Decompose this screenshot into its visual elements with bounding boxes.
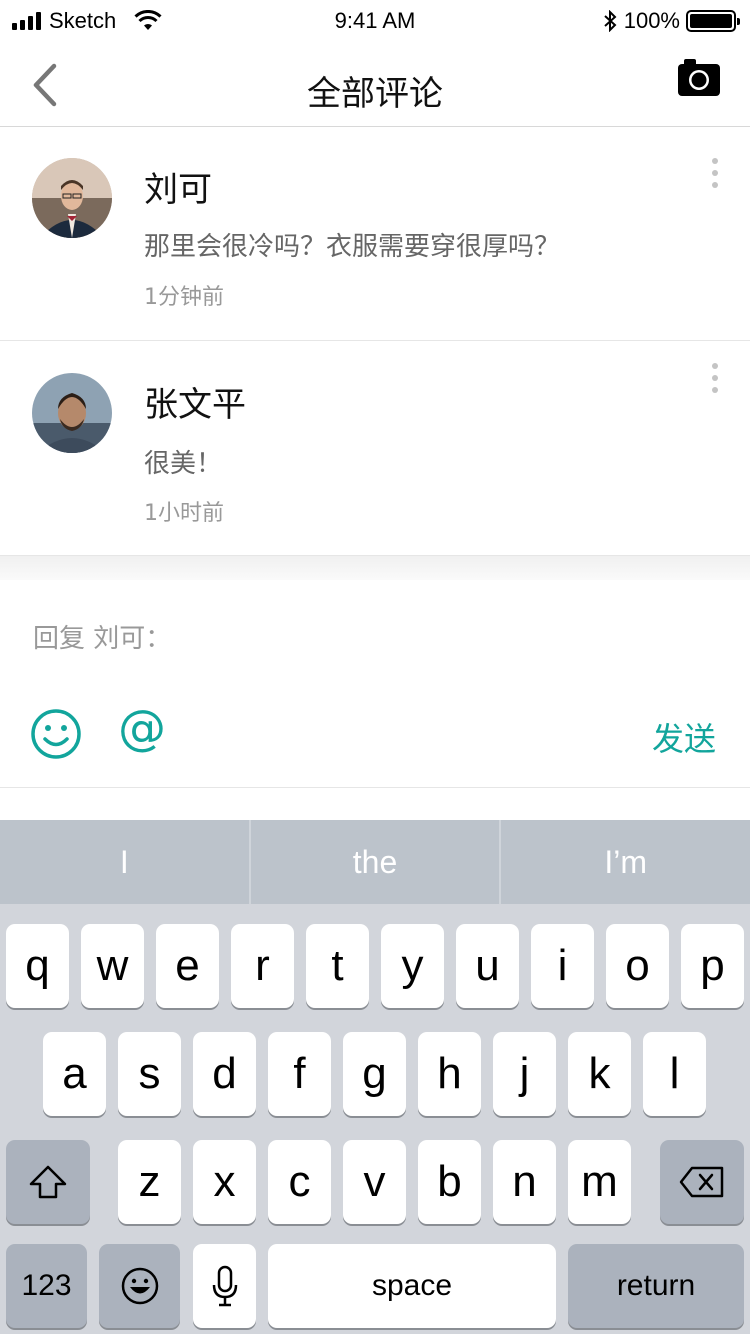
- suggestion-item[interactable]: I’m: [499, 820, 750, 904]
- avatar[interactable]: [32, 158, 112, 238]
- key-f[interactable]: f: [268, 1032, 331, 1116]
- key-c[interactable]: c: [268, 1140, 331, 1224]
- suggestion-bar: I the I’m: [0, 820, 750, 904]
- key-k[interactable]: k: [568, 1032, 631, 1116]
- suggestion-item[interactable]: the: [248, 820, 500, 904]
- suggestion-item[interactable]: I: [0, 820, 249, 904]
- comment-time: 1分钟前: [144, 285, 224, 310]
- status-bar: Sketch 9:41 AM 100%: [0, 0, 750, 40]
- more-vertical-icon[interactable]: [710, 363, 720, 393]
- numbers-key[interactable]: 123: [6, 1244, 87, 1328]
- dictation-key[interactable]: [193, 1244, 256, 1328]
- key-r[interactable]: r: [231, 924, 294, 1008]
- key-x[interactable]: x: [193, 1140, 256, 1224]
- nav-bar: 全部评论: [0, 40, 750, 127]
- key-w[interactable]: w: [81, 924, 144, 1008]
- key-u[interactable]: u: [456, 924, 519, 1008]
- battery-icon: [686, 10, 740, 32]
- keyboard: I the I’m q w e r t y u i o p a s d f g …: [0, 820, 750, 1334]
- section-divider: [0, 556, 750, 580]
- divider: [0, 787, 750, 788]
- key-i[interactable]: i: [531, 924, 594, 1008]
- microphone-icon: [212, 1265, 237, 1307]
- key-g[interactable]: g: [343, 1032, 406, 1116]
- key-y[interactable]: y: [381, 924, 444, 1008]
- reply-panel: 回复 刘可： @ 发送: [0, 580, 750, 820]
- comment-text: 那里会很冷吗？衣服需要穿很厚吗？: [144, 232, 561, 262]
- key-d[interactable]: d: [193, 1032, 256, 1116]
- key-s[interactable]: s: [118, 1032, 181, 1116]
- battery-percent: 100%: [623, 8, 680, 33]
- camera-icon[interactable]: [678, 58, 720, 98]
- shift-icon: [29, 1165, 67, 1199]
- key-e[interactable]: e: [156, 924, 219, 1008]
- return-key[interactable]: return: [568, 1244, 744, 1328]
- comment-item[interactable]: 张文平 很美！ 1小时前: [0, 341, 750, 556]
- key-t[interactable]: t: [306, 924, 369, 1008]
- backspace-icon: [679, 1166, 724, 1198]
- mention-button[interactable]: @: [118, 700, 166, 756]
- key-b[interactable]: b: [418, 1140, 481, 1224]
- backspace-key[interactable]: [660, 1140, 744, 1224]
- comment-text: 很美！: [144, 449, 223, 479]
- send-button[interactable]: 发送: [652, 714, 716, 760]
- avatar[interactable]: [32, 373, 112, 453]
- key-v[interactable]: v: [343, 1140, 406, 1224]
- smiley-icon[interactable]: [30, 708, 82, 760]
- key-a[interactable]: a: [43, 1032, 106, 1116]
- key-h[interactable]: h: [418, 1032, 481, 1116]
- shift-key[interactable]: [6, 1140, 90, 1224]
- bluetooth-icon: [604, 10, 617, 32]
- key-p[interactable]: p: [681, 924, 744, 1008]
- key-z[interactable]: z: [118, 1140, 181, 1224]
- commenter-name: 刘可: [144, 170, 212, 210]
- key-j[interactable]: j: [493, 1032, 556, 1116]
- page-title: 全部评论: [307, 74, 443, 114]
- reply-input[interactable]: 回复 刘可：: [33, 618, 171, 655]
- emoji-icon: [121, 1267, 158, 1305]
- comment-time: 1小时前: [144, 501, 224, 526]
- space-key[interactable]: space: [268, 1244, 556, 1328]
- key-n[interactable]: n: [493, 1140, 556, 1224]
- comment-item[interactable]: 刘可 那里会很冷吗？衣服需要穿很厚吗？ 1分钟前: [0, 128, 750, 341]
- emoji-key[interactable]: [99, 1244, 180, 1328]
- status-right: 100%: [602, 8, 740, 34]
- key-l[interactable]: l: [643, 1032, 706, 1116]
- key-o[interactable]: o: [606, 924, 669, 1008]
- key-m[interactable]: m: [568, 1140, 631, 1224]
- key-q[interactable]: q: [6, 924, 69, 1008]
- more-vertical-icon[interactable]: [710, 158, 720, 188]
- commenter-name: 张文平: [144, 385, 246, 425]
